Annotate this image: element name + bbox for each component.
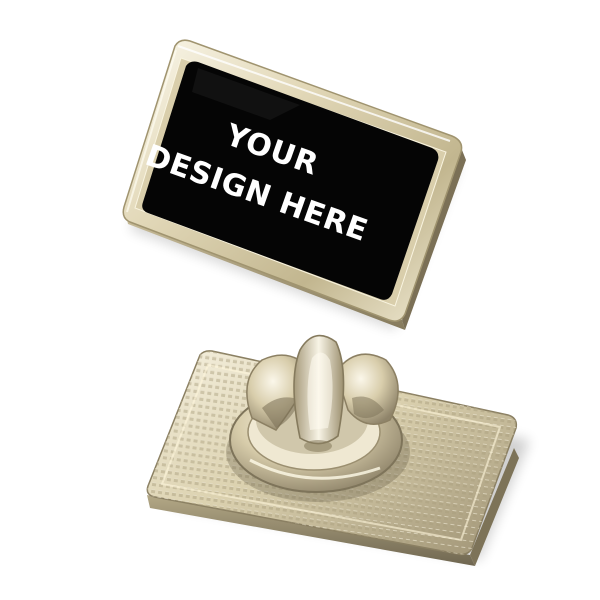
product-photo: YOUR DESIGN HERE [0, 0, 600, 600]
pin-front-badge: YOUR DESIGN HERE [122, 39, 466, 330]
lapel-pin-illustration: YOUR DESIGN HERE [122, 39, 530, 566]
